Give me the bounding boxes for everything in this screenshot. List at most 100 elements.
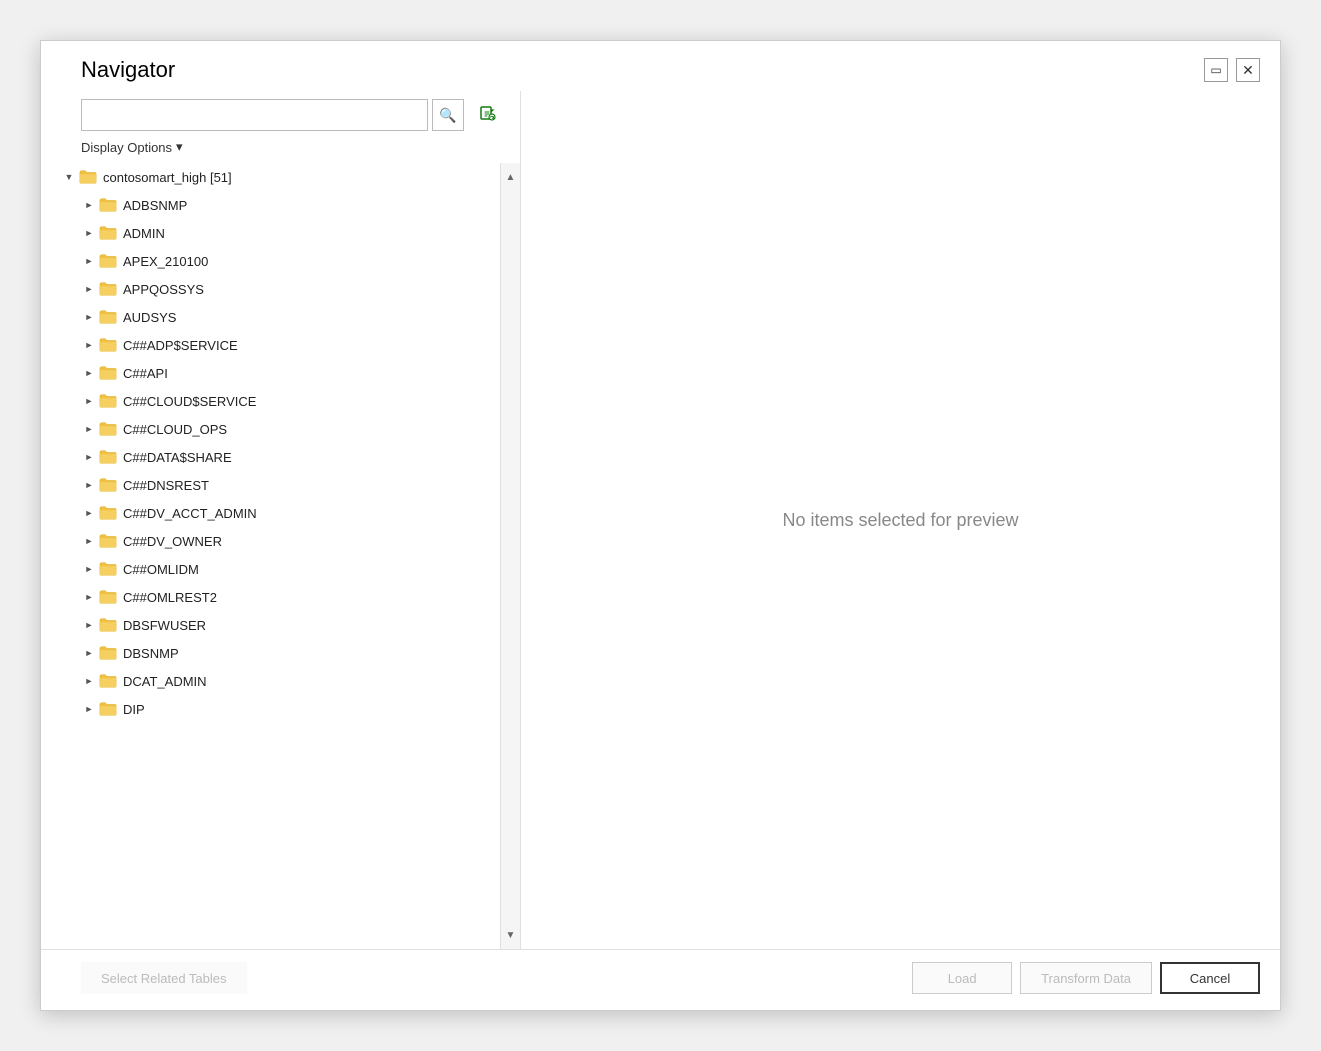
tree-item[interactable]: ► DBSNMP bbox=[41, 639, 500, 667]
expand-arrow-icon: ► bbox=[81, 225, 97, 241]
expand-arrow-icon: ► bbox=[81, 673, 97, 689]
expand-arrow-icon: ► bbox=[81, 617, 97, 633]
folder-icon bbox=[99, 225, 117, 241]
expand-arrow-icon: ► bbox=[81, 393, 97, 409]
tree-item-label: C##CLOUD_OPS bbox=[123, 422, 227, 437]
folder-icon bbox=[99, 477, 117, 493]
tree-item[interactable]: ► C##OMLREST2 bbox=[41, 583, 500, 611]
select-related-tables-button[interactable]: Select Related Tables bbox=[81, 962, 247, 994]
tree-container: ▼ contosomart_high [51] ► bbox=[41, 163, 520, 949]
folder-icon bbox=[99, 673, 117, 689]
minimize-button[interactable]: ▭ bbox=[1204, 58, 1228, 82]
expand-arrow-icon: ► bbox=[81, 645, 97, 661]
tree-item[interactable]: ► APPQOSSYS bbox=[41, 275, 500, 303]
close-button[interactable]: ✕ bbox=[1236, 58, 1260, 82]
tree-item[interactable]: ► C##CLOUD_OPS bbox=[41, 415, 500, 443]
tree-item[interactable]: ► ADBSNMP bbox=[41, 191, 500, 219]
scroll-up-button[interactable]: ▲ bbox=[501, 163, 520, 191]
tree-item-label: DCAT_ADMIN bbox=[123, 674, 207, 689]
expand-arrow-icon: ► bbox=[81, 309, 97, 325]
tree-item-label: C##OMLREST2 bbox=[123, 590, 217, 605]
cancel-button[interactable]: Cancel bbox=[1160, 962, 1260, 994]
expand-arrow-icon: ► bbox=[81, 281, 97, 297]
search-button[interactable]: 🔍 bbox=[432, 99, 464, 131]
search-bar-row: 🔍 bbox=[41, 99, 520, 139]
folder-icon bbox=[99, 421, 117, 437]
tree-item[interactable]: ► C##ADP$SERVICE bbox=[41, 331, 500, 359]
transform-data-button[interactable]: Transform Data bbox=[1020, 962, 1152, 994]
tree-item-label: DBSFWUSER bbox=[123, 618, 206, 633]
tree-item[interactable]: ► C##DNSREST bbox=[41, 471, 500, 499]
expand-arrow-icon: ► bbox=[81, 589, 97, 605]
scroll-controls: ▲ ▼ bbox=[500, 163, 520, 949]
scroll-down-button[interactable]: ▼ bbox=[501, 921, 520, 949]
folder-icon bbox=[99, 533, 117, 549]
expand-arrow-icon: ► bbox=[81, 365, 97, 381]
folder-icon bbox=[99, 617, 117, 633]
chevron-down-icon: ▾ bbox=[176, 139, 183, 155]
dialog-title: Navigator bbox=[81, 57, 175, 83]
tree-item-label: C##CLOUD$SERVICE bbox=[123, 394, 256, 409]
search-input[interactable] bbox=[81, 99, 428, 131]
expand-arrow-icon: ► bbox=[81, 337, 97, 353]
expand-arrow-icon: ► bbox=[81, 477, 97, 493]
expand-arrow-icon: ► bbox=[81, 561, 97, 577]
tree-item[interactable]: ► C##DV_ACCT_ADMIN bbox=[41, 499, 500, 527]
footer-right: Load Transform Data Cancel bbox=[912, 962, 1260, 994]
folder-icon bbox=[99, 589, 117, 605]
main-content: 🔍 bbox=[41, 91, 1280, 949]
left-panel: 🔍 bbox=[41, 91, 521, 949]
expand-arrow-icon: ► bbox=[81, 505, 97, 521]
tree-item[interactable]: ► C##API bbox=[41, 359, 500, 387]
expand-arrow-icon: ► bbox=[81, 701, 97, 717]
right-panel: No items selected for preview bbox=[521, 91, 1280, 949]
folder-icon bbox=[99, 309, 117, 325]
footer-left: Select Related Tables bbox=[81, 962, 247, 994]
navigator-dialog: Navigator ▭ ✕ 🔍 bbox=[40, 40, 1281, 1011]
tree-item-label: C##DATA$SHARE bbox=[123, 450, 232, 465]
tree-item-label: C##DNSREST bbox=[123, 478, 209, 493]
title-bar: Navigator ▭ ✕ bbox=[41, 41, 1280, 91]
window-controls: ▭ ✕ bbox=[1204, 58, 1260, 82]
tree-item-label: ADBSNMP bbox=[123, 198, 187, 213]
display-options-button[interactable]: Display Options ▾ bbox=[81, 139, 183, 155]
tree-item[interactable]: ► C##DV_OWNER bbox=[41, 527, 500, 555]
tree-root-item[interactable]: ▼ contosomart_high [51] bbox=[41, 163, 500, 191]
folder-icon bbox=[99, 253, 117, 269]
refresh-button[interactable] bbox=[472, 99, 504, 131]
folder-icon bbox=[99, 701, 117, 717]
tree-item[interactable]: ► DIP bbox=[41, 695, 500, 723]
root-label: contosomart_high [51] bbox=[103, 170, 232, 185]
expand-arrow-icon: ► bbox=[81, 533, 97, 549]
tree-item[interactable]: ► C##DATA$SHARE bbox=[41, 443, 500, 471]
tree-item[interactable]: ► DBSFWUSER bbox=[41, 611, 500, 639]
folder-icon bbox=[99, 561, 117, 577]
tree-item[interactable]: ► C##OMLIDM bbox=[41, 555, 500, 583]
display-options-label: Display Options bbox=[81, 140, 172, 155]
folder-icon bbox=[99, 281, 117, 297]
tree-children: ► ADBSNMP ► ADMIN ► APEX_210100 ► bbox=[41, 191, 500, 723]
tree-item-label: DBSNMP bbox=[123, 646, 179, 661]
tree-item-label: ADMIN bbox=[123, 226, 165, 241]
tree-item-label: C##API bbox=[123, 366, 168, 381]
folder-icon bbox=[99, 197, 117, 213]
tree-item[interactable]: ► APEX_210100 bbox=[41, 247, 500, 275]
display-options-row: Display Options ▾ bbox=[41, 139, 520, 163]
tree-item[interactable]: ► DCAT_ADMIN bbox=[41, 667, 500, 695]
tree-item-label: C##DV_OWNER bbox=[123, 534, 222, 549]
tree-item-label: C##ADP$SERVICE bbox=[123, 338, 238, 353]
tree-item[interactable]: ► C##CLOUD$SERVICE bbox=[41, 387, 500, 415]
folder-icon bbox=[99, 449, 117, 465]
tree-item-label: APEX_210100 bbox=[123, 254, 208, 269]
refresh-icon bbox=[480, 106, 496, 125]
tree-item[interactable]: ► ADMIN bbox=[41, 219, 500, 247]
tree-item[interactable]: ► AUDSYS bbox=[41, 303, 500, 331]
expand-arrow-icon: ► bbox=[81, 421, 97, 437]
tree-item-label: AUDSYS bbox=[123, 310, 176, 325]
load-button[interactable]: Load bbox=[912, 962, 1012, 994]
folder-icon bbox=[79, 169, 97, 185]
folder-icon bbox=[99, 505, 117, 521]
folder-icon bbox=[99, 645, 117, 661]
footer: Select Related Tables Load Transform Dat… bbox=[41, 949, 1280, 1010]
tree-list[interactable]: ▼ contosomart_high [51] ► bbox=[41, 163, 500, 949]
